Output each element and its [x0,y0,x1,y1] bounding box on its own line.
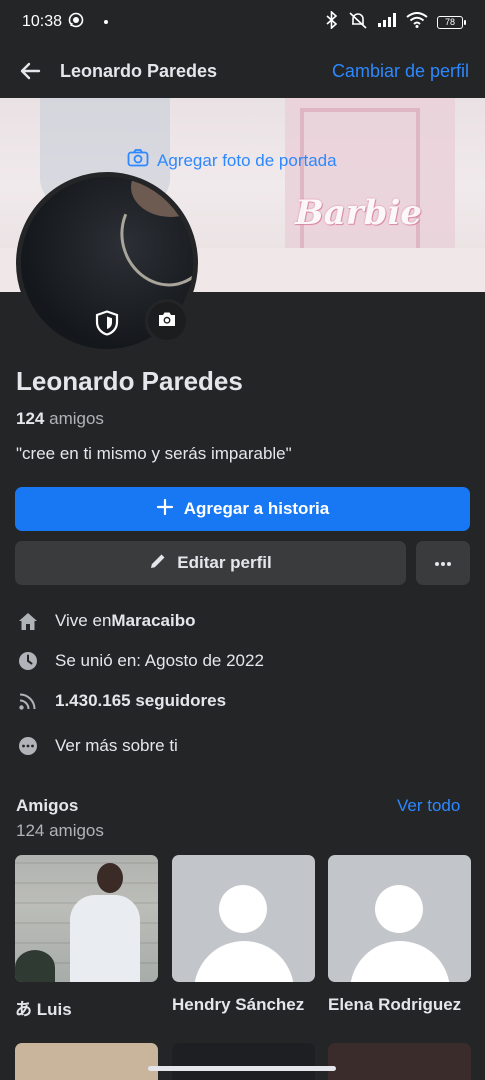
detail-joined-text: Se unió en: Agosto de 2022 [55,651,264,670]
cover-decor [300,108,420,268]
back-arrow-icon[interactable] [16,57,44,85]
default-avatar-placeholder [328,855,471,982]
profile-friends-count[interactable]: 124 amigos [16,409,104,429]
cover-logo-text: Barbie [295,193,423,233]
detail-followers[interactable]: 1.430.165 seguidores [16,689,226,713]
whatsapp-icon [68,12,84,33]
detail-lives-in: Vive en Maracaibo [16,609,196,633]
friend-card-partial[interactable] [172,1043,315,1080]
mute-icon [348,11,368,34]
change-profile-picture-button[interactable] [145,299,189,343]
clock-icon [16,649,40,673]
status-bar: 10:38 78 [0,0,485,44]
add-cover-photo-label: Agregar foto de portada [157,150,337,170]
switch-profile-link[interactable]: Cambiar de perfil [332,61,469,82]
friend-card-partial[interactable] [15,1043,158,1080]
edit-profile-button[interactable]: Editar perfil [15,541,406,585]
wifi-icon [406,11,428,33]
friend-photo [15,855,158,982]
friend-card-partial[interactable] [328,1043,471,1080]
friend-card[interactable]: あ Luis [15,855,158,1020]
friend-card[interactable]: Elena Rodriguez [328,855,471,1015]
add-cover-photo-button[interactable]: Agregar foto de portada [127,148,337,173]
placeholder-head [375,885,423,933]
detail-lives-prefix: Vive en [55,611,112,630]
detail-lives-city: Maracaibo [111,611,196,630]
notification-dot [104,20,109,24]
plus-icon [156,498,174,521]
see-more-about-label: Ver más sobre ti [55,736,178,755]
see-all-friends-link[interactable]: Ver todo [397,796,460,816]
home-icon [16,609,40,633]
placeholder-body [350,941,450,982]
photo-detail [97,863,123,893]
camera-icon [127,148,149,173]
friend-name: Hendry Sánchez [172,995,305,1014]
profile-name: Leonardo Paredes [16,366,243,396]
see-more-about-button[interactable]: Ver más sobre ti [16,734,178,758]
friend-card[interactable]: Hendry Sánchez [172,855,315,1015]
placeholder-body [194,941,294,982]
status-time: 10:38 [22,13,63,30]
rss-followers-icon [16,689,40,713]
camera-icon [157,310,177,333]
more-dots-icon [434,554,452,572]
signal-icon [377,12,397,33]
detail-followers-text: 1.430.165 seguidores [55,691,227,710]
default-avatar-placeholder [172,855,315,982]
profile-bio: "cree en ti mismo y serás imparable" [16,444,292,463]
edit-profile-label: Editar perfil [177,553,272,572]
add-to-story-label: Agregar a historia [183,499,330,518]
header-title: Leonardo Paredes [60,60,218,81]
placeholder-head [219,885,267,933]
pencil-icon [149,552,167,575]
more-options-button[interactable] [416,541,470,585]
friends-count-number: 124 [16,409,45,428]
home-indicator[interactable] [148,1066,336,1071]
photo-detail [70,895,140,982]
friend-name: Elena Rodriguez [328,995,462,1014]
top-app-bar: Leonardo Paredes Cambiar de perfil [0,44,485,98]
friends-section-count: 124 amigos [16,821,104,840]
battery-icon: 78 [437,15,466,29]
friend-name: あ Luis [15,1000,72,1019]
photo-detail [15,950,55,982]
detail-joined: Se unió en: Agosto de 2022 [16,649,264,673]
friends-section-title: Amigos [16,796,79,815]
add-to-story-button[interactable]: Agregar a historia [15,487,470,531]
bluetooth-icon [325,9,339,34]
profile-guard-shield-icon [88,304,126,342]
more-circle-icon [16,734,40,758]
friends-count-word: amigos [49,409,104,428]
